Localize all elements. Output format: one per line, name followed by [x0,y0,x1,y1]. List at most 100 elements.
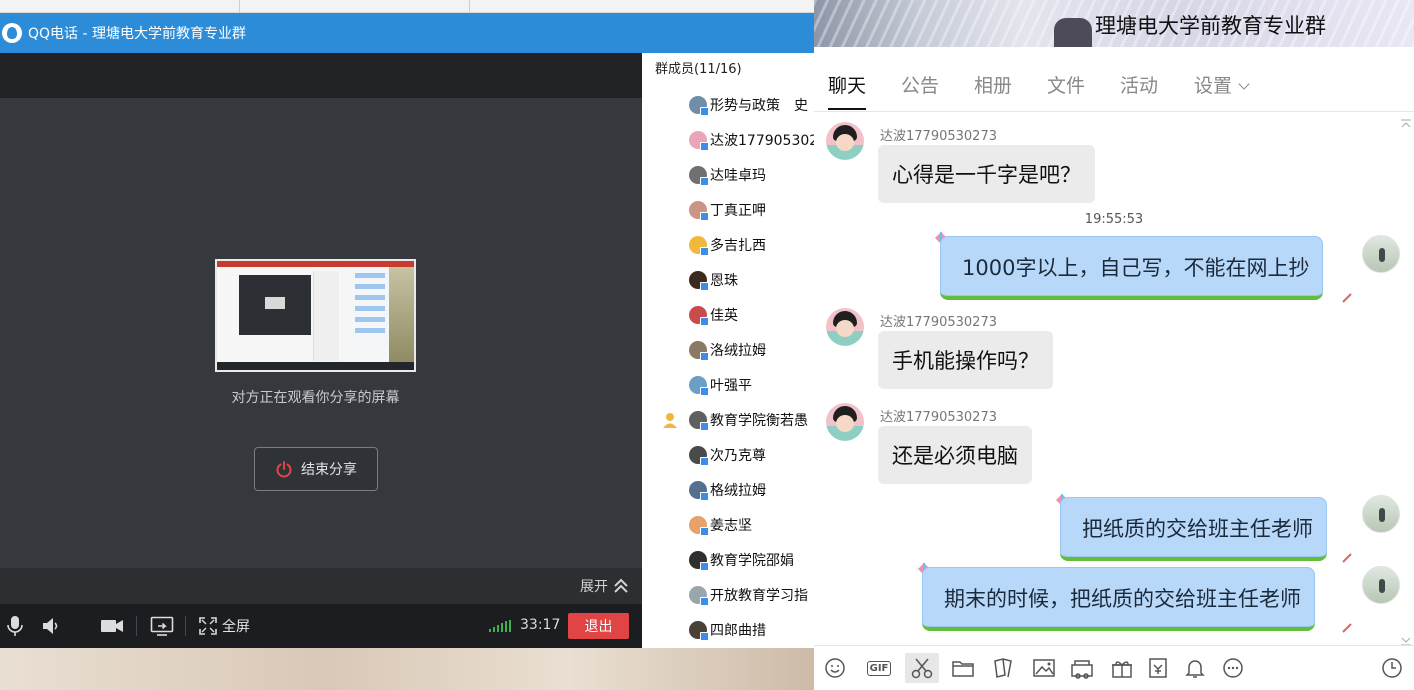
avatar [689,515,709,536]
avatar [689,585,709,606]
member-item[interactable]: 教育学院衡若愚 [642,402,814,437]
avatar [689,200,709,221]
member-item[interactable]: 多吉扎西 [642,227,814,262]
avatar [689,95,709,116]
message-bubble[interactable]: 手机能操作吗？ [878,331,1053,389]
chevron-down-icon [1238,78,1250,90]
gift-icon[interactable] [1110,656,1134,680]
member-name: 教育学院邵娟 [710,552,794,569]
member-item[interactable]: 格绒拉姆 [642,472,814,507]
tab-files[interactable]: 文件 [1047,71,1085,108]
speaker-icon[interactable] [40,615,62,637]
member-item[interactable]: 四郎曲措 [642,612,814,647]
member-name: 四郎曲措 [710,622,766,639]
chat-banner: 理塘电大学前教育专业群 [814,0,1414,47]
member-item[interactable]: 开放教育学习指 [642,577,814,612]
member-item[interactable]: 洛绒拉姆 [642,332,814,367]
tab-announcement[interactable]: 公告 [901,71,939,108]
exit-call-button[interactable]: 退出 [568,613,629,639]
message-bubble[interactable]: 把纸质的交给班主任老师 [1060,497,1327,561]
group-owner-icon [661,411,679,429]
member-item[interactable]: 达波17790530273 [642,122,814,157]
tab-settings[interactable]: 设置 [1194,71,1250,108]
tab-activity[interactable]: 活动 [1120,71,1158,108]
power-icon [275,460,293,478]
member-item[interactable]: 教育学院邵娟 [642,542,814,577]
message-bubble[interactable]: 还是必须电脑 [878,426,1032,484]
group-chat-window: 理塘电大学前教育专业群 聊天 公告 相册 文件 活动 设置 达波17790530… [814,0,1414,690]
desktop-background-bottom [0,648,814,690]
member-name: 多吉扎西 [710,237,766,254]
document-icon[interactable] [992,656,1016,680]
call-topbar [0,53,642,98]
ticket-icon[interactable] [1146,656,1170,680]
member-name: 教育学院衡若愚 [710,412,808,429]
avatar [689,375,709,396]
red-packet-icon[interactable] [1070,656,1094,680]
avatar [689,270,709,291]
member-item[interactable]: 次乃克尊 [642,437,814,472]
scroll-up-icon[interactable] [1400,114,1412,128]
avatar[interactable] [826,308,864,346]
avatar[interactable] [1362,495,1400,533]
member-item[interactable]: 佳英 [642,297,814,332]
divider [185,616,186,636]
more-icon[interactable] [1221,656,1245,680]
image-icon[interactable] [1032,656,1056,680]
shared-screen-thumbnail [215,259,416,372]
bell-icon[interactable] [1183,656,1207,680]
message-bubble[interactable]: 期末的时候，把纸质的交给班主任老师 [922,567,1315,631]
sender-name: 达波17790530273 [880,410,997,425]
member-item[interactable]: 恩珠 [642,262,814,297]
microphone-icon[interactable] [6,615,24,637]
member-name: 叶强平 [710,377,752,394]
camera-icon[interactable] [100,615,124,637]
screen-share-icon[interactable] [150,615,174,637]
member-item[interactable]: 姜志坚 [642,507,814,542]
signal-strength-icon [489,620,511,632]
message-area: 达波17790530273 心得是一千字是吧？ 19:55:53 1000字以上… [814,112,1414,645]
scroll-down-icon[interactable] [1400,631,1412,645]
member-list: 形势与政策 史 达波17790530273 达哇卓玛 丁真正呷 多吉扎西 恩珠 … [642,87,814,647]
avatar[interactable] [826,122,864,160]
avatar [689,340,709,361]
end-share-button[interactable]: 结束分享 [254,447,378,491]
avatar[interactable] [826,403,864,441]
member-item[interactable]: 丁真正呷 [642,192,814,227]
avatar[interactable] [1362,566,1400,604]
tab-album[interactable]: 相册 [974,71,1012,108]
member-name: 佳英 [710,307,738,324]
tab-chat[interactable]: 聊天 [828,71,867,110]
message-bubble[interactable]: 1000字以上，自己写，不能在网上抄 [940,236,1324,300]
divider [136,616,137,636]
expand-button[interactable]: 展开 [580,576,630,596]
sender-name: 达波17790530273 [880,129,997,144]
call-controls: 全屏 33:17 退出 [0,604,642,648]
avatar[interactable] [1362,235,1400,273]
avatar [689,305,709,326]
pin-icon [1342,288,1352,303]
folder-icon[interactable] [951,656,975,680]
call-title: QQ电话 - 理塘电大学前教育专业群 [28,26,246,42]
member-item[interactable]: 达哇卓玛 [642,157,814,192]
message-bubble[interactable]: 心得是一千字是吧？ [878,145,1095,203]
qq-call-window: QQ电话 - 理塘电大学前教育专业群 对方正在观看你分享的屏幕 结束分享 展开 [0,13,814,648]
gif-icon[interactable]: GIF [864,656,894,680]
chat-input-toolbar: GIF [814,645,1414,690]
member-item[interactable]: 形势与政策 史 [642,87,814,122]
chat-tabs: 聊天 公告 相册 文件 活动 设置 [814,47,1414,112]
pin-icon [1342,618,1352,633]
fullscreen-button[interactable]: 全屏 [199,615,250,637]
history-clock-icon[interactable] [1380,656,1404,680]
expand-bar: 展开 [0,568,642,604]
member-name: 恩珠 [710,272,738,289]
emoji-icon[interactable] [823,656,847,680]
member-item[interactable]: 叶强平 [642,367,814,402]
screenshot-scissors-icon[interactable] [905,653,939,683]
member-name: 姜志坚 [710,517,752,534]
member-name: 格绒拉姆 [710,482,766,499]
call-titlebar: QQ电话 - 理塘电大学前教育专业群 [0,13,814,53]
expand-label: 展开 [580,579,608,595]
member-name: 丁真正呷 [710,202,766,219]
member-name: 达哇卓玛 [710,167,766,184]
